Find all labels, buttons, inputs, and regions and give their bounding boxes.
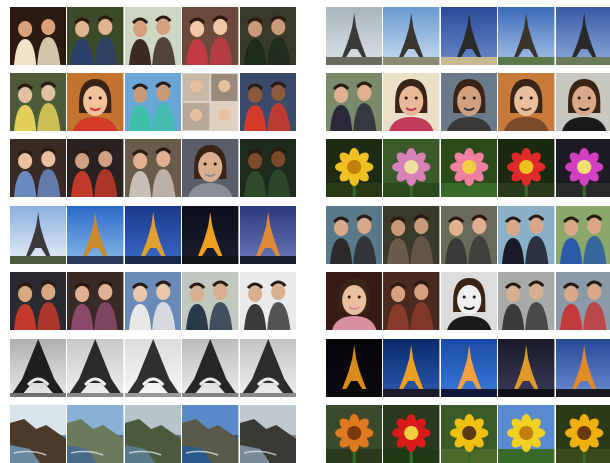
right-row-6-eiffel-night [326, 339, 610, 397]
photo-thumbnail [326, 206, 383, 264]
photo-thumbnail [383, 7, 440, 65]
photo-thumbnail [383, 405, 440, 463]
photo-thumbnail [498, 7, 555, 65]
photo-thumbnail [10, 7, 67, 65]
photo-thumbnail [10, 73, 67, 131]
photo-thumbnail [498, 405, 555, 463]
photo-thumbnail [239, 272, 297, 330]
photo-thumbnail [555, 405, 610, 463]
photo-thumbnail [124, 405, 182, 463]
photo-thumbnail [326, 73, 383, 131]
right-row-2-faces [326, 73, 610, 131]
photo-thumbnail [440, 405, 498, 463]
photo-thumbnail [124, 7, 182, 65]
photo-thumbnail [326, 339, 383, 397]
photo-thumbnail [182, 139, 239, 197]
photo-thumbnail [67, 405, 124, 463]
left-row-2-portraits [10, 73, 297, 131]
photo-thumbnail [326, 405, 383, 463]
photo-thumbnail [440, 73, 498, 131]
right-row-3-flowers [326, 139, 610, 197]
photo-thumbnail [10, 339, 67, 397]
photo-thumbnail [182, 405, 239, 463]
photo-thumbnail [10, 405, 67, 463]
photo-thumbnail [555, 339, 610, 397]
photo-thumbnail [124, 139, 182, 197]
photo-thumbnail [182, 339, 239, 397]
photo-thumbnail [239, 7, 297, 65]
photo-thumbnail [383, 139, 440, 197]
photo-thumbnail [239, 73, 297, 131]
photo-thumbnail [440, 206, 498, 264]
photo-thumbnail [498, 272, 555, 330]
photo-thumbnail [67, 7, 124, 65]
photo-thumbnail [239, 139, 297, 197]
photo-thumbnail [555, 7, 610, 65]
photo-thumbnail [67, 139, 124, 197]
right-row-1-eiffel-day [326, 7, 610, 65]
photo-thumbnail [555, 73, 610, 131]
photo-thumbnail [326, 139, 383, 197]
photo-thumbnail [124, 206, 182, 264]
photo-thumbnail [440, 139, 498, 197]
photo-thumbnail [555, 206, 610, 264]
photo-thumbnail [498, 339, 555, 397]
photo-thumbnail [440, 7, 498, 65]
photo-thumbnail [383, 73, 440, 131]
photo-thumbnail [498, 139, 555, 197]
photo-thumbnail [326, 7, 383, 65]
left-row-1-people-night [10, 7, 297, 65]
photo-thumbnail [67, 339, 124, 397]
left-row-7-coast [10, 405, 297, 463]
left-row-4-eiffel-dusk [10, 206, 297, 264]
photo-thumbnail [555, 272, 610, 330]
photo-thumbnail [124, 339, 182, 397]
left-row-5-groups [10, 272, 297, 330]
left-row-3-indoor [10, 139, 297, 197]
photo-thumbnail [239, 206, 297, 264]
photo-thumbnail [10, 139, 67, 197]
photo-thumbnail [239, 339, 297, 397]
photo-thumbnail [182, 206, 239, 264]
photo-thumbnail [182, 7, 239, 65]
left-row-6-eiffel-bw [10, 339, 297, 397]
photo-thumbnail [498, 73, 555, 131]
photo-thumbnail [383, 206, 440, 264]
photo-thumbnail [10, 206, 67, 264]
photo-thumbnail [182, 73, 239, 131]
photo-thumbnail [440, 272, 498, 330]
right-row-5-portraits [326, 272, 610, 330]
photo-thumbnail [498, 206, 555, 264]
photo-thumbnail [67, 73, 124, 131]
right-row-7-flowers [326, 405, 610, 463]
photo-thumbnail [440, 339, 498, 397]
photo-thumbnail [124, 272, 182, 330]
photo-thumbnail [182, 272, 239, 330]
photo-thumbnail [555, 139, 610, 197]
photo-thumbnail [67, 272, 124, 330]
photo-thumbnail [326, 272, 383, 330]
photo-thumbnail [383, 339, 440, 397]
photo-thumbnail [124, 73, 182, 131]
photo-thumbnail [67, 206, 124, 264]
right-row-4-outdoor [326, 206, 610, 264]
photo-thumbnail [239, 405, 297, 463]
photo-thumbnail [383, 272, 440, 330]
photo-thumbnail [10, 272, 67, 330]
